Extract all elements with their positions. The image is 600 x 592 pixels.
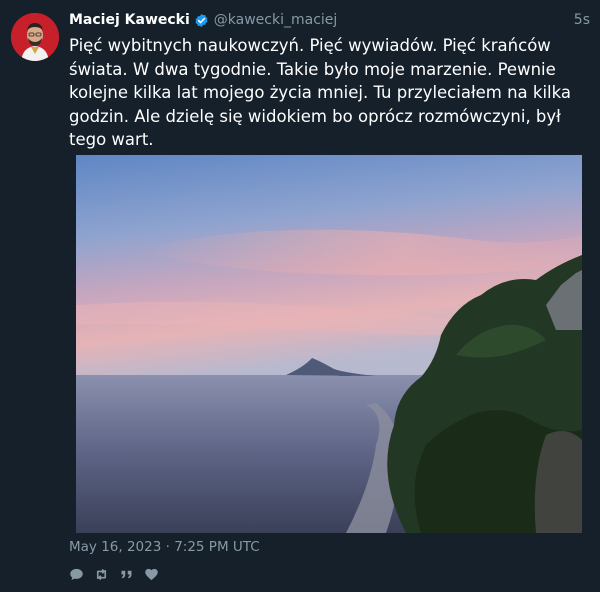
tweet-actions <box>69 566 159 582</box>
quote-icon[interactable] <box>119 567 134 582</box>
author-name[interactable]: Maciej Kawecki <box>69 12 190 28</box>
tweet-timestamp[interactable]: May 16, 2023 · 7:25 PM UTC <box>69 539 260 555</box>
tweet-time-ago[interactable]: 5s <box>574 12 590 28</box>
tweet-photo[interactable] <box>76 155 582 533</box>
tweet-text: Pięć wybitnych naukowczyń. Pięć wywiadów… <box>69 36 572 149</box>
verified-badge-icon <box>194 13 209 28</box>
avatar[interactable] <box>11 13 59 61</box>
reply-icon[interactable] <box>69 567 84 582</box>
tweet-header: Maciej Kawecki @kawecki_maciej 5s <box>69 10 590 30</box>
retweet-icon[interactable] <box>94 567 109 582</box>
like-icon[interactable] <box>144 567 159 582</box>
avatar-image <box>11 13 59 61</box>
coastline-sunset-image <box>76 155 582 533</box>
tweet-card: Maciej Kawecki @kawecki_maciej 5s Pięć w… <box>0 0 600 592</box>
author-handle[interactable]: @kawecki_maciej <box>214 12 338 28</box>
